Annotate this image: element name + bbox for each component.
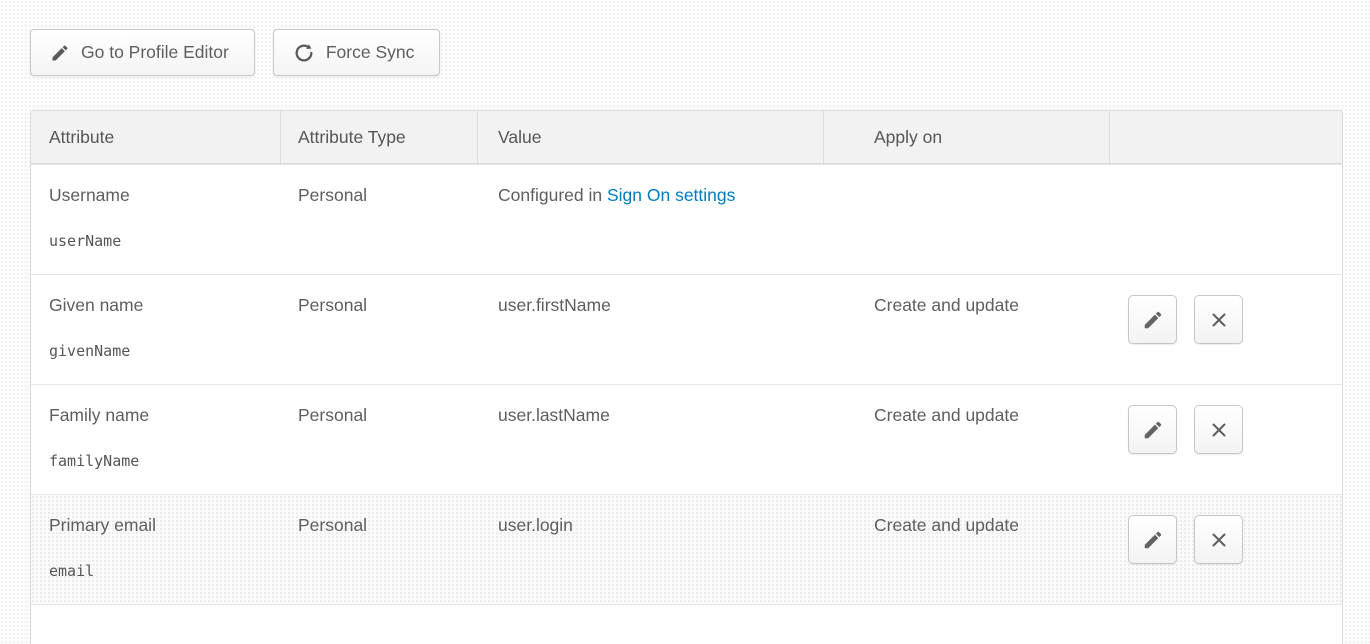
attribute-type-cell: Personal: [281, 275, 478, 384]
value-cell: user.login: [478, 495, 824, 604]
delete-attribute-button[interactable]: [1194, 515, 1243, 564]
attribute-variable: givenName: [49, 342, 281, 360]
attribute-variable: familyName: [49, 452, 281, 470]
table-row-family-name: Family name familyName Personal user.las…: [31, 384, 1342, 494]
actions-cell: [1110, 385, 1342, 494]
apply-on-cell: Create and update: [824, 495, 1110, 604]
value-cell: Configured in Sign On settings: [478, 165, 824, 274]
actions-cell: [1110, 275, 1342, 384]
table-row-primary-email: Primary email email Personal user.login …: [31, 494, 1342, 604]
table-row-username: Username userName Personal Configured in…: [31, 164, 1342, 274]
attribute-variable: userName: [49, 232, 281, 250]
refresh-icon: [293, 42, 315, 64]
close-icon: [1209, 530, 1229, 550]
attribute-type-cell: Personal: [281, 385, 478, 494]
actions-cell: [1110, 165, 1342, 274]
delete-attribute-button[interactable]: [1194, 405, 1243, 454]
sign-on-settings-link[interactable]: Sign On settings: [607, 185, 735, 205]
attribute-label: Family name: [49, 405, 281, 426]
pencil-icon: [50, 43, 70, 63]
attribute-cell: Family name familyName: [31, 385, 281, 494]
table-row-given-name: Given name givenName Personal user.first…: [31, 274, 1342, 384]
value-cell: user.lastName: [478, 385, 824, 494]
column-header-attribute-type: Attribute Type: [281, 111, 478, 163]
attribute-type-cell: Personal: [281, 165, 478, 274]
column-header-apply-on: Apply on: [824, 111, 1110, 163]
attribute-type-cell: Personal: [281, 495, 478, 604]
actions-cell: [1110, 495, 1342, 604]
attribute-label: Username: [49, 185, 281, 206]
value-cell: user.firstName: [478, 275, 824, 384]
table-row-partial: [31, 604, 1342, 644]
column-header-attribute: Attribute: [31, 111, 281, 163]
force-sync-label: Force Sync: [326, 42, 415, 63]
attribute-cell: Username userName: [31, 165, 281, 274]
column-header-actions: [1110, 111, 1342, 163]
attribute-mappings-screen: Go to Profile Editor Force Sync Attribut…: [0, 0, 1370, 644]
edit-attribute-button[interactable]: [1128, 515, 1177, 564]
attribute-mappings-table: Attribute Attribute Type Value Apply on …: [30, 110, 1343, 644]
attribute-cell: Primary email email: [31, 495, 281, 604]
pencil-icon: [1142, 529, 1164, 551]
attribute-label: Primary email: [49, 515, 281, 536]
delete-attribute-button[interactable]: [1194, 295, 1243, 344]
force-sync-button[interactable]: Force Sync: [273, 29, 441, 76]
close-icon: [1209, 310, 1229, 330]
go-to-profile-editor-button[interactable]: Go to Profile Editor: [30, 29, 255, 76]
pencil-icon: [1142, 419, 1164, 441]
apply-on-cell: Create and update: [824, 385, 1110, 494]
table-header-row: Attribute Attribute Type Value Apply on: [31, 111, 1342, 164]
attribute-cell: Given name givenName: [31, 275, 281, 384]
edit-attribute-button[interactable]: [1128, 295, 1177, 344]
toolbar: Go to Profile Editor Force Sync: [30, 29, 440, 76]
attribute-label: Given name: [49, 295, 281, 316]
value-prefix-text: Configured in: [498, 185, 607, 205]
apply-on-cell: Create and update: [824, 275, 1110, 384]
go-to-profile-editor-label: Go to Profile Editor: [81, 42, 229, 63]
column-header-value: Value: [478, 111, 824, 163]
attribute-variable: email: [49, 562, 281, 580]
apply-on-cell: [824, 165, 1110, 274]
close-icon: [1209, 420, 1229, 440]
edit-attribute-button[interactable]: [1128, 405, 1177, 454]
pencil-icon: [1142, 309, 1164, 331]
